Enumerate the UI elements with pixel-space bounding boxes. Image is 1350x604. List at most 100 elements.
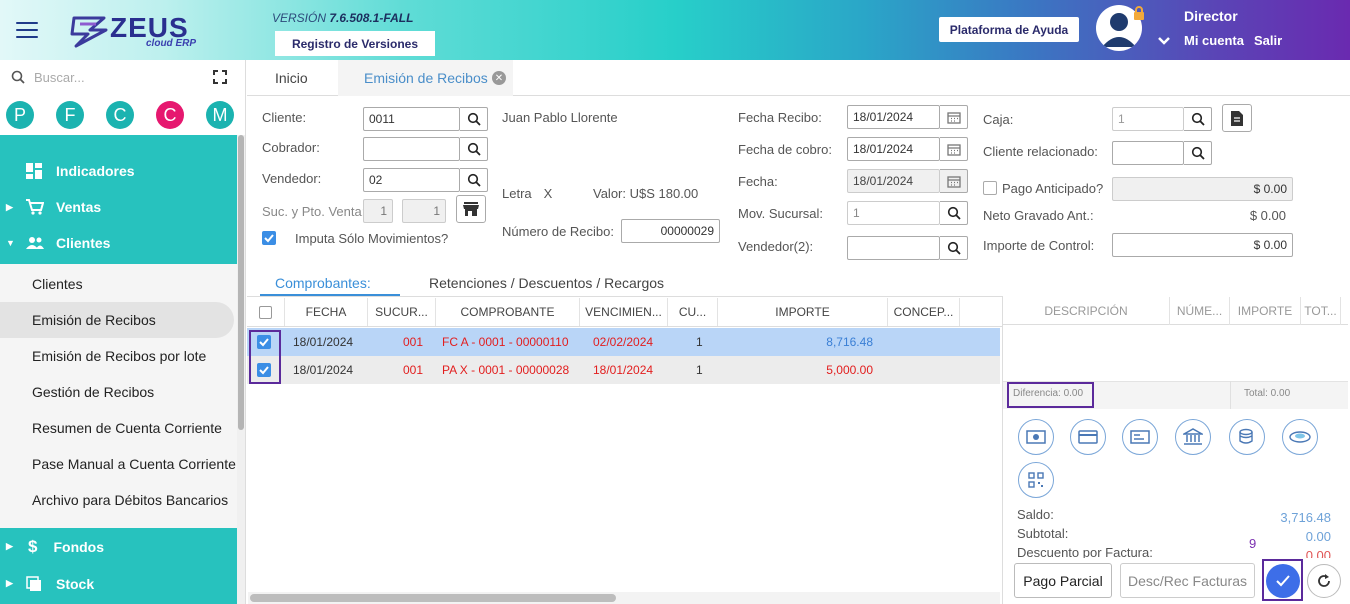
- importe-control-input[interactable]: $ 0.00: [1112, 233, 1293, 257]
- pago-anticipado-input[interactable]: $ 0.00: [1112, 177, 1293, 201]
- numero-recibo-input[interactable]: 00000029: [621, 219, 720, 243]
- cliente-relacionado-input[interactable]: [1112, 141, 1184, 165]
- cell-vencimiento: 02/02/2024: [593, 335, 654, 349]
- mi-cuenta-link[interactable]: Mi cuenta: [1184, 33, 1244, 48]
- imputa-checkbox[interactable]: [262, 231, 276, 245]
- chevron-down-icon[interactable]: [1158, 36, 1170, 46]
- close-tab-icon[interactable]: ✕: [492, 71, 506, 85]
- cell-importe: 5,000.00: [826, 363, 873, 377]
- col-fecha[interactable]: FECHA: [285, 298, 368, 326]
- total-text: Total: 0.00: [1244, 388, 1291, 399]
- fecha-calendar-button[interactable]: [940, 169, 968, 193]
- top-header: [0, 0, 1350, 60]
- mov-sucursal-input[interactable]: 1: [847, 201, 940, 225]
- store-icon: [463, 202, 479, 216]
- cliente-input[interactable]: 0011: [363, 107, 460, 131]
- store-button[interactable]: [456, 195, 486, 223]
- qr-button[interactable]: [1018, 462, 1054, 498]
- quick-access-p[interactable]: P: [6, 101, 34, 129]
- sidebar-scroll-thumb[interactable]: [238, 135, 244, 430]
- vendedor-search-button[interactable]: [460, 168, 488, 192]
- cliente-relacionado-label: Cliente relacionado:: [983, 144, 1098, 159]
- menu-stock[interactable]: ▶ Stock: [0, 565, 237, 602]
- mov-sucursal-search-button[interactable]: [940, 201, 968, 225]
- cash-button[interactable]: [1018, 419, 1054, 455]
- vendedor-input[interactable]: 02: [363, 168, 460, 192]
- menu-ventas-label: Ventas: [56, 199, 102, 215]
- refresh-button[interactable]: [1307, 564, 1341, 598]
- tab-retenciones[interactable]: Retenciones / Descuentos / Recargos: [429, 275, 664, 291]
- fecha-cobro-input[interactable]: 18/01/2024: [847, 137, 940, 161]
- fecha-input[interactable]: 18/01/2024: [847, 169, 940, 193]
- table-hscroll-thumb[interactable]: [250, 594, 616, 602]
- cobrador-input[interactable]: [363, 137, 460, 161]
- menu-fondos-label: Fondos: [53, 538, 105, 555]
- caja-input[interactable]: 1: [1112, 107, 1184, 131]
- cliente-search-button[interactable]: [460, 107, 488, 131]
- tab-comprobantes[interactable]: Comprobantes:: [275, 275, 371, 291]
- transfer-button[interactable]: [1282, 419, 1318, 455]
- menu-ventas[interactable]: ▶ Ventas: [0, 189, 237, 225]
- coins-button[interactable]: [1229, 419, 1265, 455]
- menu-clientes[interactable]: ▼ Clientes: [0, 225, 237, 261]
- cheque-icon: [1130, 430, 1150, 444]
- vendedor2-input[interactable]: [847, 236, 940, 260]
- plataforma-ayuda-button[interactable]: Plataforma de Ayuda: [939, 17, 1079, 42]
- submenu-emision-recibos[interactable]: Emisión de Recibos: [0, 302, 234, 338]
- submenu-archivo-debitos[interactable]: Archivo para Débitos Bancarios: [0, 482, 237, 518]
- col-comprobante[interactable]: COMPROBANTE: [436, 298, 580, 326]
- lock-icon: [1134, 6, 1144, 20]
- quick-access-c2[interactable]: C: [156, 101, 184, 129]
- hamburger-menu-icon[interactable]: [16, 22, 38, 38]
- submenu-pase-manual[interactable]: Pase Manual a Cuenta Corriente: [0, 446, 237, 482]
- document-button[interactable]: [1222, 104, 1252, 132]
- select-all-checkbox[interactable]: [259, 305, 272, 319]
- registro-versiones-button[interactable]: Registro de Versiones: [275, 31, 435, 56]
- submenu-emision-lote[interactable]: Emisión de Recibos por lote: [0, 338, 237, 374]
- desc-rec-facturas-button[interactable]: Desc/Rec Facturas: [1120, 563, 1255, 598]
- col-concepto[interactable]: CONCEP...: [888, 298, 960, 326]
- fecha-cobro-calendar-button[interactable]: [940, 137, 968, 161]
- fullscreen-icon[interactable]: [213, 70, 227, 84]
- cell-cu: 1: [696, 335, 703, 349]
- credit-card-button[interactable]: [1070, 419, 1106, 455]
- pago-parcial-button[interactable]: Pago Parcial: [1014, 563, 1112, 598]
- menu-indicadores-label: Indicadores: [56, 163, 135, 179]
- tab-inicio[interactable]: Inicio: [275, 60, 308, 96]
- col-numero[interactable]: NÚME...: [1170, 297, 1230, 325]
- suc-input[interactable]: 1: [363, 199, 393, 223]
- check-button[interactable]: [1122, 419, 1158, 455]
- version-label: VERSIÓN 7.6.508.1-FALL: [272, 11, 414, 25]
- quick-access-c[interactable]: C: [106, 101, 134, 129]
- credit-card-icon: [1078, 430, 1098, 444]
- cobrador-search-button[interactable]: [460, 137, 488, 161]
- col-total[interactable]: TOT...: [1301, 297, 1341, 325]
- calendar-icon: [946, 111, 961, 124]
- col-vencimiento[interactable]: VENCIMIEN...: [580, 298, 668, 326]
- caja-search-button[interactable]: [1184, 107, 1212, 131]
- menu-indicadores[interactable]: Indicadores: [0, 153, 237, 189]
- vendedor2-search-button[interactable]: [940, 236, 968, 260]
- salir-link[interactable]: Salir: [1254, 33, 1282, 48]
- letra-label: Letra X: [502, 186, 553, 201]
- col-importe[interactable]: IMPORTE: [718, 298, 888, 326]
- menu-fondos[interactable]: ▶ $ Fondos: [0, 528, 237, 565]
- tab-emision-recibos[interactable]: Emisión de Recibos: [364, 60, 488, 96]
- search-input[interactable]: Buscar...: [34, 70, 85, 85]
- col-cu[interactable]: CU...: [668, 298, 718, 326]
- quick-access-f[interactable]: F: [56, 101, 84, 129]
- quick-access-m[interactable]: M: [206, 101, 234, 129]
- submenu-gestion-recibos[interactable]: Gestión de Recibos: [0, 374, 237, 410]
- submenu-resumen-cc[interactable]: Resumen de Cuenta Corriente: [0, 410, 237, 446]
- col-importe-pago[interactable]: IMPORTE: [1230, 297, 1301, 325]
- fecha-recibo-calendar-button[interactable]: [940, 105, 968, 129]
- subtotal-value: 0.00: [1305, 529, 1331, 544]
- fecha-recibo-input[interactable]: 18/01/2024: [847, 105, 940, 129]
- bank-button[interactable]: [1175, 419, 1211, 455]
- submenu-clientes[interactable]: Clientes: [0, 266, 237, 302]
- pago-anticipado-checkbox[interactable]: [983, 181, 997, 195]
- col-sucursal[interactable]: SUCUR...: [368, 298, 436, 326]
- pto-venta-input[interactable]: 1: [402, 199, 446, 223]
- col-descripcion[interactable]: DESCRIPCIÓN: [1003, 297, 1170, 325]
- cliente-relacionado-search-button[interactable]: [1184, 141, 1212, 165]
